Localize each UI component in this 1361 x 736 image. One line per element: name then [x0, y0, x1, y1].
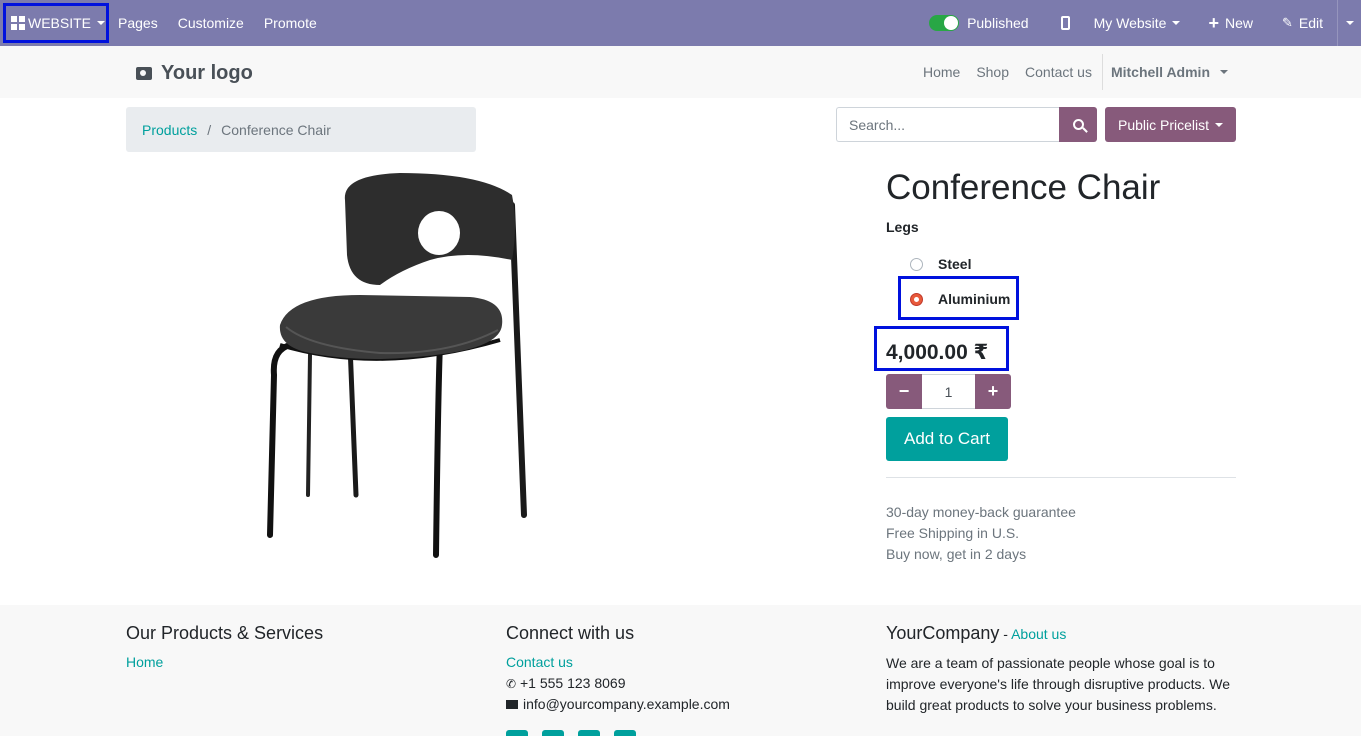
social-facebook-icon[interactable]	[506, 730, 528, 736]
edit-label: Edit	[1298, 15, 1323, 31]
customize-menu[interactable]: Customize	[168, 0, 254, 46]
variant-label-steel: Steel	[938, 256, 972, 272]
footer-connect-column: Connect with us Contact us ✆ +1 555 123 …	[506, 622, 846, 715]
footer-about-column: YourCompany - About us We are a team of …	[886, 622, 1236, 716]
promote-menu[interactable]: Promote	[254, 0, 327, 46]
website-switcher[interactable]: My Website	[1084, 0, 1199, 46]
footer-company-name: YourCompany	[886, 623, 1000, 643]
footer-contact-link[interactable]: Contact us	[506, 654, 573, 670]
footer-connect-title: Connect with us	[506, 623, 635, 643]
add-to-cart-button[interactable]: Add to Cart	[886, 417, 1008, 461]
product-perks: 30-day money-back guarantee Free Shippin…	[886, 502, 1076, 565]
footer-about-title: YourCompany - About us	[886, 622, 1236, 645]
website-menu-button[interactable]: WEBSITE	[3, 3, 109, 43]
caret-down-icon	[1215, 122, 1224, 127]
breadcrumb-separator: /	[207, 121, 212, 138]
caret-down-icon	[1172, 21, 1181, 25]
published-toggle[interactable]: Published	[919, 0, 1039, 46]
logo-text: Your logo	[161, 62, 253, 84]
user-name: Mitchell Admin	[1110, 64, 1210, 80]
divider	[886, 477, 1236, 478]
footer-email[interactable]: info@yourcompany.example.com	[523, 694, 730, 715]
user-menu[interactable]: Mitchell Admin	[1101, 54, 1236, 90]
breadcrumb-products-link[interactable]: Products	[142, 122, 197, 138]
perk-free-shipping: Free Shipping in U.S.	[886, 525, 1020, 541]
website-switcher-label: My Website	[1093, 15, 1167, 31]
plus-icon: +	[987, 381, 999, 401]
nav-shop[interactable]: Shop	[968, 64, 1017, 80]
main-nav: Home Shop Contact us Mitchell Admin	[915, 54, 1236, 90]
website-menu-label: WEBSITE	[28, 15, 92, 31]
social-linkedin-icon[interactable]	[578, 730, 600, 736]
mobile-phone-icon	[1060, 16, 1070, 30]
apps-grid-icon	[11, 16, 25, 30]
attribute-label-legs: Legs	[886, 219, 919, 235]
edit-button[interactable]: ✎ Edit	[1268, 0, 1337, 46]
published-label: Published	[967, 15, 1029, 31]
caret-down-icon	[97, 21, 106, 25]
camera-icon	[136, 67, 152, 80]
highlight-box-price	[874, 326, 1009, 371]
footer-about-text: We are a team of passionate people whose…	[886, 655, 1231, 713]
quantity-stepper: − 1 +	[886, 374, 1011, 409]
footer-about-link[interactable]: About us	[1011, 626, 1066, 642]
pencil-icon: ✎	[1281, 15, 1293, 30]
social-youtube-icon[interactable]	[614, 730, 636, 736]
caret-down-icon	[1345, 21, 1354, 25]
pages-menu[interactable]: Pages	[108, 0, 168, 46]
perk-fast-delivery: Buy now, get in 2 days	[886, 546, 1027, 562]
chair-illustration	[267, 173, 527, 558]
variant-option-steel[interactable]: Steel	[910, 256, 971, 272]
product-image	[250, 165, 550, 565]
search-button[interactable]	[1059, 107, 1097, 142]
new-label: New	[1224, 15, 1253, 31]
nav-contact-us[interactable]: Contact us	[1017, 64, 1100, 80]
toggle-switch-icon	[929, 15, 960, 31]
social-twitter-icon[interactable]	[542, 730, 564, 736]
social-links	[506, 730, 636, 736]
footer-home-link[interactable]: Home	[126, 654, 163, 670]
breadcrumb: Products / Conference Chair	[126, 107, 476, 152]
highlight-box-variant	[898, 276, 1019, 320]
nav-home[interactable]: Home	[915, 64, 968, 80]
quantity-decrease-button[interactable]: −	[886, 374, 922, 409]
envelope-icon	[506, 700, 518, 709]
search-input[interactable]	[836, 107, 1059, 142]
quantity-input[interactable]: 1	[922, 374, 975, 409]
footer-phone[interactable]: +1 555 123 8069	[520, 673, 626, 694]
footer-products-column: Our Products & Services Home	[126, 622, 466, 673]
phone-icon: ✆	[506, 676, 517, 691]
footer-title-separator: -	[999, 626, 1012, 642]
caret-down-icon	[1220, 70, 1228, 74]
pricelist-label: Public Pricelist	[1117, 116, 1210, 133]
pricelist-dropdown[interactable]: Public Pricelist	[1105, 107, 1236, 142]
more-options-button[interactable]	[1337, 0, 1361, 46]
product-search	[836, 107, 1097, 142]
product-title: Conference Chair	[886, 168, 1161, 207]
radio-steel[interactable]	[910, 257, 923, 271]
breadcrumb-current: Conference Chair	[221, 121, 331, 138]
new-button[interactable]: + New	[1198, 0, 1268, 46]
mobile-preview-button[interactable]	[1047, 0, 1084, 46]
admin-navbar: WEBSITE Pages Customize Promote Publishe…	[0, 0, 1361, 46]
minus-icon: −	[898, 381, 910, 401]
perk-money-back: 30-day money-back guarantee	[886, 504, 1076, 520]
quantity-increase-button[interactable]: +	[975, 374, 1011, 409]
site-logo[interactable]: Your logo	[136, 62, 253, 85]
search-icon	[1072, 119, 1084, 130]
plus-icon: +	[1208, 13, 1219, 33]
footer-products-title: Our Products & Services	[126, 623, 324, 643]
